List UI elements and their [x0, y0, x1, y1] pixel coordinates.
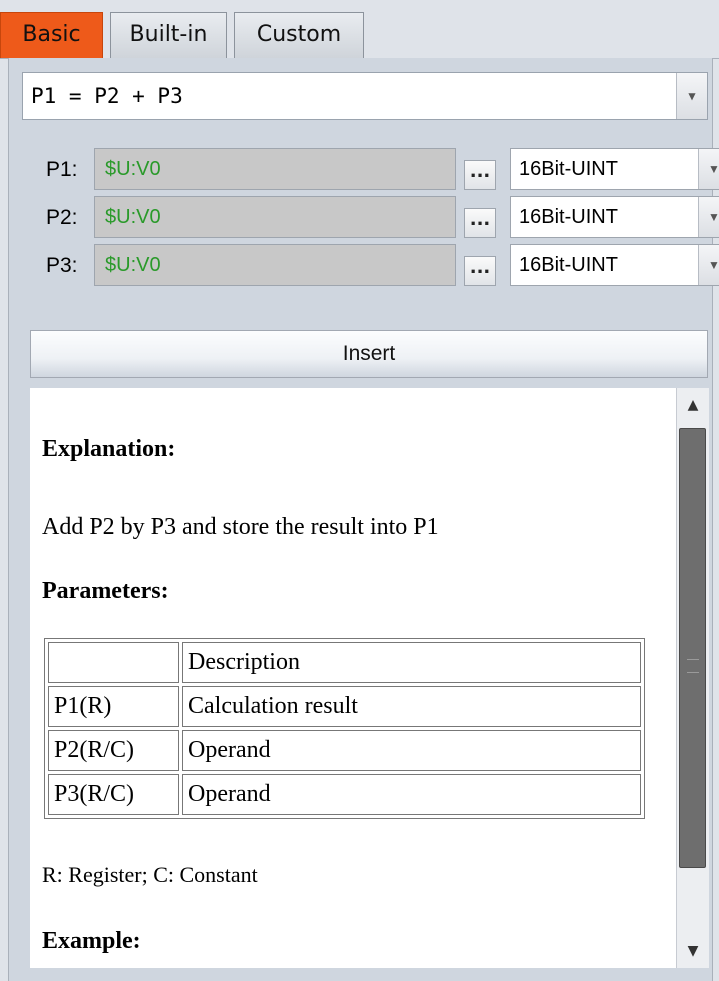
- param-label: P2:: [46, 206, 78, 229]
- table-cell: Description: [182, 642, 641, 683]
- help-document: Explanation: Add P2 by P3 and store the …: [30, 388, 676, 968]
- data-type-select[interactable]: 16Bit-UINT ▼: [510, 196, 719, 238]
- tab-bar: Basic Built-in Custom: [0, 0, 719, 59]
- formula-select[interactable]: P1 = P2 + P3 ▼: [22, 72, 708, 120]
- formula-value: P1 = P2 + P3: [31, 84, 183, 108]
- chevron-down-icon: ▼: [708, 210, 719, 224]
- tab-built-in[interactable]: Built-in: [110, 12, 227, 58]
- table-cell: P1(R): [48, 686, 179, 727]
- data-type-value: 16Bit-UINT: [519, 206, 618, 228]
- instruction-panel: Basic Built-in Custom P1 = P2 + P3 ▼ P1:…: [0, 0, 719, 981]
- table-row: P1(R) Calculation result: [48, 686, 641, 727]
- data-type-select[interactable]: 16Bit-UINT ▼: [510, 148, 719, 190]
- arrow-up-icon[interactable]: ▲: [677, 388, 709, 422]
- address-field[interactable]: $U:V0: [94, 148, 456, 190]
- data-type-dropdown-button[interactable]: ▼: [698, 245, 719, 285]
- parameters-heading: Parameters:: [42, 578, 169, 604]
- address-field[interactable]: $U:V0: [94, 244, 456, 286]
- explanation-text: Add P2 by P3 and store the result into P…: [42, 514, 439, 540]
- legend-text: R: Register; C: Constant: [42, 862, 258, 887]
- insert-button[interactable]: Insert: [30, 330, 708, 378]
- table-cell: Calculation result: [182, 686, 641, 727]
- scroll-thumb[interactable]: [679, 428, 706, 868]
- browse-button[interactable]: ...: [464, 208, 496, 238]
- param-label: P1:: [46, 158, 78, 181]
- tab-basic[interactable]: Basic: [0, 12, 103, 58]
- table-cell: [48, 642, 179, 683]
- data-type-value: 16Bit-UINT: [519, 254, 618, 276]
- table-cell: Operand: [182, 730, 641, 771]
- table-cell: P3(R/C): [48, 774, 179, 815]
- param-row-p3: P3: $U:V0 ... 16Bit-UINT ▼: [22, 244, 719, 288]
- param-row-p1: P1: $U:V0 ... 16Bit-UINT ▼: [22, 148, 719, 192]
- data-type-select[interactable]: 16Bit-UINT ▼: [510, 244, 719, 286]
- chevron-down-icon: ▼: [688, 89, 696, 103]
- table-row: Description: [48, 642, 641, 683]
- data-type-dropdown-button[interactable]: ▼: [698, 197, 719, 237]
- example-heading: Example:: [42, 928, 141, 954]
- chevron-down-icon: ▼: [708, 162, 719, 176]
- tab-custom[interactable]: Custom: [234, 12, 364, 58]
- address-field[interactable]: $U:V0: [94, 196, 456, 238]
- data-type-value: 16Bit-UINT: [519, 158, 618, 180]
- vertical-scrollbar[interactable]: ▲ ▼: [676, 388, 709, 968]
- explanation-heading: Explanation:: [42, 436, 176, 462]
- browse-button[interactable]: ...: [464, 160, 496, 190]
- table-cell: Operand: [182, 774, 641, 815]
- param-row-p2: P2: $U:V0 ... 16Bit-UINT ▼: [22, 196, 719, 240]
- param-label: P3:: [46, 254, 78, 277]
- browse-button[interactable]: ...: [464, 256, 496, 286]
- data-type-dropdown-button[interactable]: ▼: [698, 149, 719, 189]
- grip-icon: [687, 659, 699, 673]
- table-cell: P2(R/C): [48, 730, 179, 771]
- arrow-down-icon[interactable]: ▼: [677, 934, 709, 968]
- chevron-down-icon: ▼: [708, 258, 719, 272]
- parameters-table: Description P1(R) Calculation result P2(…: [44, 638, 645, 819]
- table-row: P3(R/C) Operand: [48, 774, 641, 815]
- formula-dropdown-button[interactable]: ▼: [676, 73, 707, 119]
- table-row: P2(R/C) Operand: [48, 730, 641, 771]
